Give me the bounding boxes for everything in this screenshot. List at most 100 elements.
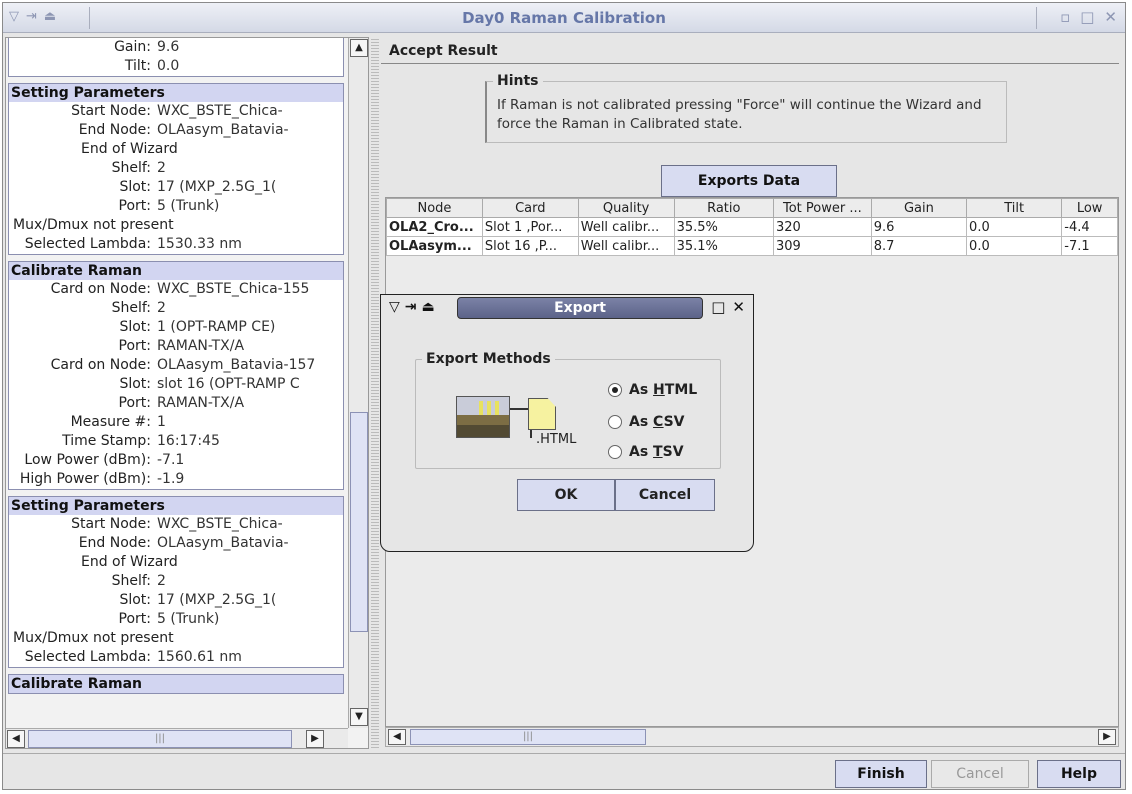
radio-label: As CSV: [629, 414, 685, 430]
column-header[interactable]: Low: [1061, 198, 1118, 218]
summary-value: 17 (MXP_2.5G_1(: [157, 592, 277, 608]
scroll-thumb[interactable]: |||: [28, 730, 292, 748]
summary-row: Measure #: 1: [9, 413, 343, 432]
table-row[interactable]: OLAasym... Slot 16 ,P... Well calibr... 35.…: [386, 236, 1118, 256]
scroll-up-arrow-icon[interactable]: ▲: [350, 39, 368, 57]
section-title: Setting Parameters: [9, 497, 343, 515]
summary-row: Selected Lambda: 1560.61 nm: [9, 648, 343, 667]
summary-label: Start Node:: [71, 103, 151, 119]
export-methods-group: Export Methods .HTML As HTML As CSV As T…: [415, 351, 721, 469]
summary-label: Start Node:: [71, 516, 151, 532]
summary-label: Port:: [118, 395, 151, 411]
column-header[interactable]: Tilt: [966, 198, 1063, 218]
cancel-button[interactable]: Cancel: [931, 760, 1029, 788]
column-header[interactable]: Tot Power ...: [772, 198, 872, 218]
table-horizontal-scrollbar[interactable]: ◀ ||| ▶: [385, 727, 1119, 747]
summary-value: WXC_BSTE_Chica-155: [157, 281, 310, 297]
help-button[interactable]: Help: [1037, 760, 1121, 788]
summary-value: 0.0: [157, 58, 180, 74]
radio-as-tsv[interactable]: As TSV: [608, 444, 684, 460]
scroll-thumb[interactable]: [350, 412, 368, 632]
summary-label: High Power (dBm):: [19, 471, 151, 487]
table-cell: 0.0: [966, 217, 1063, 237]
summary-row: Mux/Dmux not present: [13, 217, 174, 233]
summary-value: 16:17:45: [157, 433, 220, 449]
section-title: Setting Parameters: [9, 84, 343, 102]
summary-label: End Node:: [78, 535, 151, 551]
panel-splitter[interactable]: [371, 37, 379, 749]
summary-row: Port: RAMAN-TX/A: [9, 337, 343, 356]
radio-button-icon[interactable]: [608, 445, 622, 459]
summary-section: Calibrate Raman Card on Node: WXC_BSTE_Chi…: [8, 261, 344, 490]
dialog-maximize-icon[interactable]: □: [711, 298, 725, 316]
hints-box: Hints If Raman is not calibrated pressin…: [485, 73, 1007, 143]
section-title: Calibrate Raman: [9, 262, 343, 280]
finish-button[interactable]: Finish: [835, 760, 927, 788]
column-header[interactable]: Gain: [870, 198, 968, 218]
radio-button-icon[interactable]: [608, 383, 622, 397]
column-header[interactable]: Ratio: [673, 198, 774, 218]
results-table: Node Card Quality Ratio Tot Power ... Gain Til…: [386, 198, 1118, 256]
summary-row: Shelf: 2: [9, 572, 343, 591]
summary-row: Slot: 17 (MXP_2.5G_1(: [9, 178, 343, 197]
scroll-right-arrow-icon[interactable]: ▶: [306, 730, 324, 748]
summary-value: -1.9: [157, 471, 185, 487]
table-cell: Slot 1 ,Por...: [481, 217, 579, 237]
minimize-icon[interactable]: ▫: [1060, 8, 1070, 26]
column-header[interactable]: Card: [481, 198, 579, 218]
summary-row: End of Wizard: [81, 141, 178, 157]
button-bar: Finish Cancel Help: [3, 753, 1125, 789]
summary-label: Card on Node:: [50, 357, 151, 373]
panel-title: Accept Result: [389, 43, 498, 59]
summary-value: 5 (Trunk): [157, 198, 220, 214]
summary-label: Selected Lambda:: [24, 649, 151, 665]
summary-vertical-scrollbar[interactable]: ▲ ▼: [348, 38, 368, 728]
summary-value: 1560.61 nm: [157, 649, 242, 665]
summary-value: -7.1: [157, 452, 185, 468]
summary-row: Card on Node: OLAasym_Batavia-157: [9, 356, 343, 375]
ok-button[interactable]: OK: [517, 479, 615, 511]
summary-horizontal-scrollbar[interactable]: ◀ ||| ▶: [6, 728, 348, 748]
summary-row: Slot: 17 (MXP_2.5G_1(: [9, 591, 343, 610]
radio-as-html[interactable]: As HTML: [608, 382, 697, 398]
exports-data-button[interactable]: Exports Data: [661, 165, 837, 197]
dialog-pin-icon[interactable]: ⇥: [405, 299, 417, 315]
summary-value: RAMAN-TX/A: [157, 395, 245, 411]
summary-label: Slot:: [119, 592, 151, 608]
table-row[interactable]: OLA2_Cro... Slot 1 ,Por... Well calibr... 3…: [386, 217, 1118, 237]
table-body: OLA2_Cro... Slot 1 ,Por... Well calibr... 3…: [386, 217, 1118, 256]
scroll-thumb[interactable]: |||: [410, 729, 646, 745]
dialog-titlebar: ▽ ⇥ ⏏ Export □ ✕: [381, 295, 753, 323]
close-icon[interactable]: ✕: [1104, 8, 1117, 26]
scroll-left-arrow-icon[interactable]: ◀: [388, 729, 406, 745]
dialog-menu-icon[interactable]: ▽: [389, 299, 400, 315]
export-methods-title: Export Methods: [422, 351, 555, 367]
scroll-left-arrow-icon[interactable]: ◀: [7, 730, 25, 748]
radio-as-csv[interactable]: As CSV: [608, 414, 685, 430]
dialog-menu-controls: ▽ ⇥ ⏏: [389, 299, 435, 315]
summary-row: Shelf: 2: [9, 299, 343, 318]
summary-label: Shelf:: [111, 300, 151, 316]
radio-label: As HTML: [629, 382, 698, 398]
dialog-cancel-button[interactable]: Cancel: [615, 479, 715, 511]
summary-row: Start Node: WXC_BSTE_Chica-: [9, 102, 343, 121]
maximize-icon[interactable]: □: [1080, 8, 1094, 26]
column-header[interactable]: Node: [386, 198, 483, 218]
summary-row: Tilt: 0.0: [9, 57, 343, 76]
file-icon: [528, 398, 556, 430]
column-header[interactable]: Quality: [577, 198, 675, 218]
table-cell: 320: [772, 217, 872, 237]
summary-row: Slot: 1 (OPT-RAMP CE): [9, 318, 343, 337]
dialog-close-icon[interactable]: ✕: [732, 298, 745, 316]
summary-row: Card on Node: WXC_BSTE_Chica-155: [9, 280, 343, 299]
dialog-shade-icon[interactable]: ⏏: [422, 299, 435, 315]
summary-value: slot 16 (OPT-RAMP C: [157, 376, 300, 392]
table-cell: 0.0: [966, 236, 1063, 256]
scroll-right-arrow-icon[interactable]: ▶: [1098, 729, 1116, 745]
section-title: Calibrate Raman: [9, 675, 343, 693]
radio-button-icon[interactable]: [608, 415, 622, 429]
summary-value: WXC_BSTE_Chica-: [157, 103, 283, 119]
table-cell: OLA2_Cro...: [386, 217, 483, 237]
summary-value: 2: [157, 573, 166, 589]
scroll-down-arrow-icon[interactable]: ▼: [350, 708, 368, 726]
